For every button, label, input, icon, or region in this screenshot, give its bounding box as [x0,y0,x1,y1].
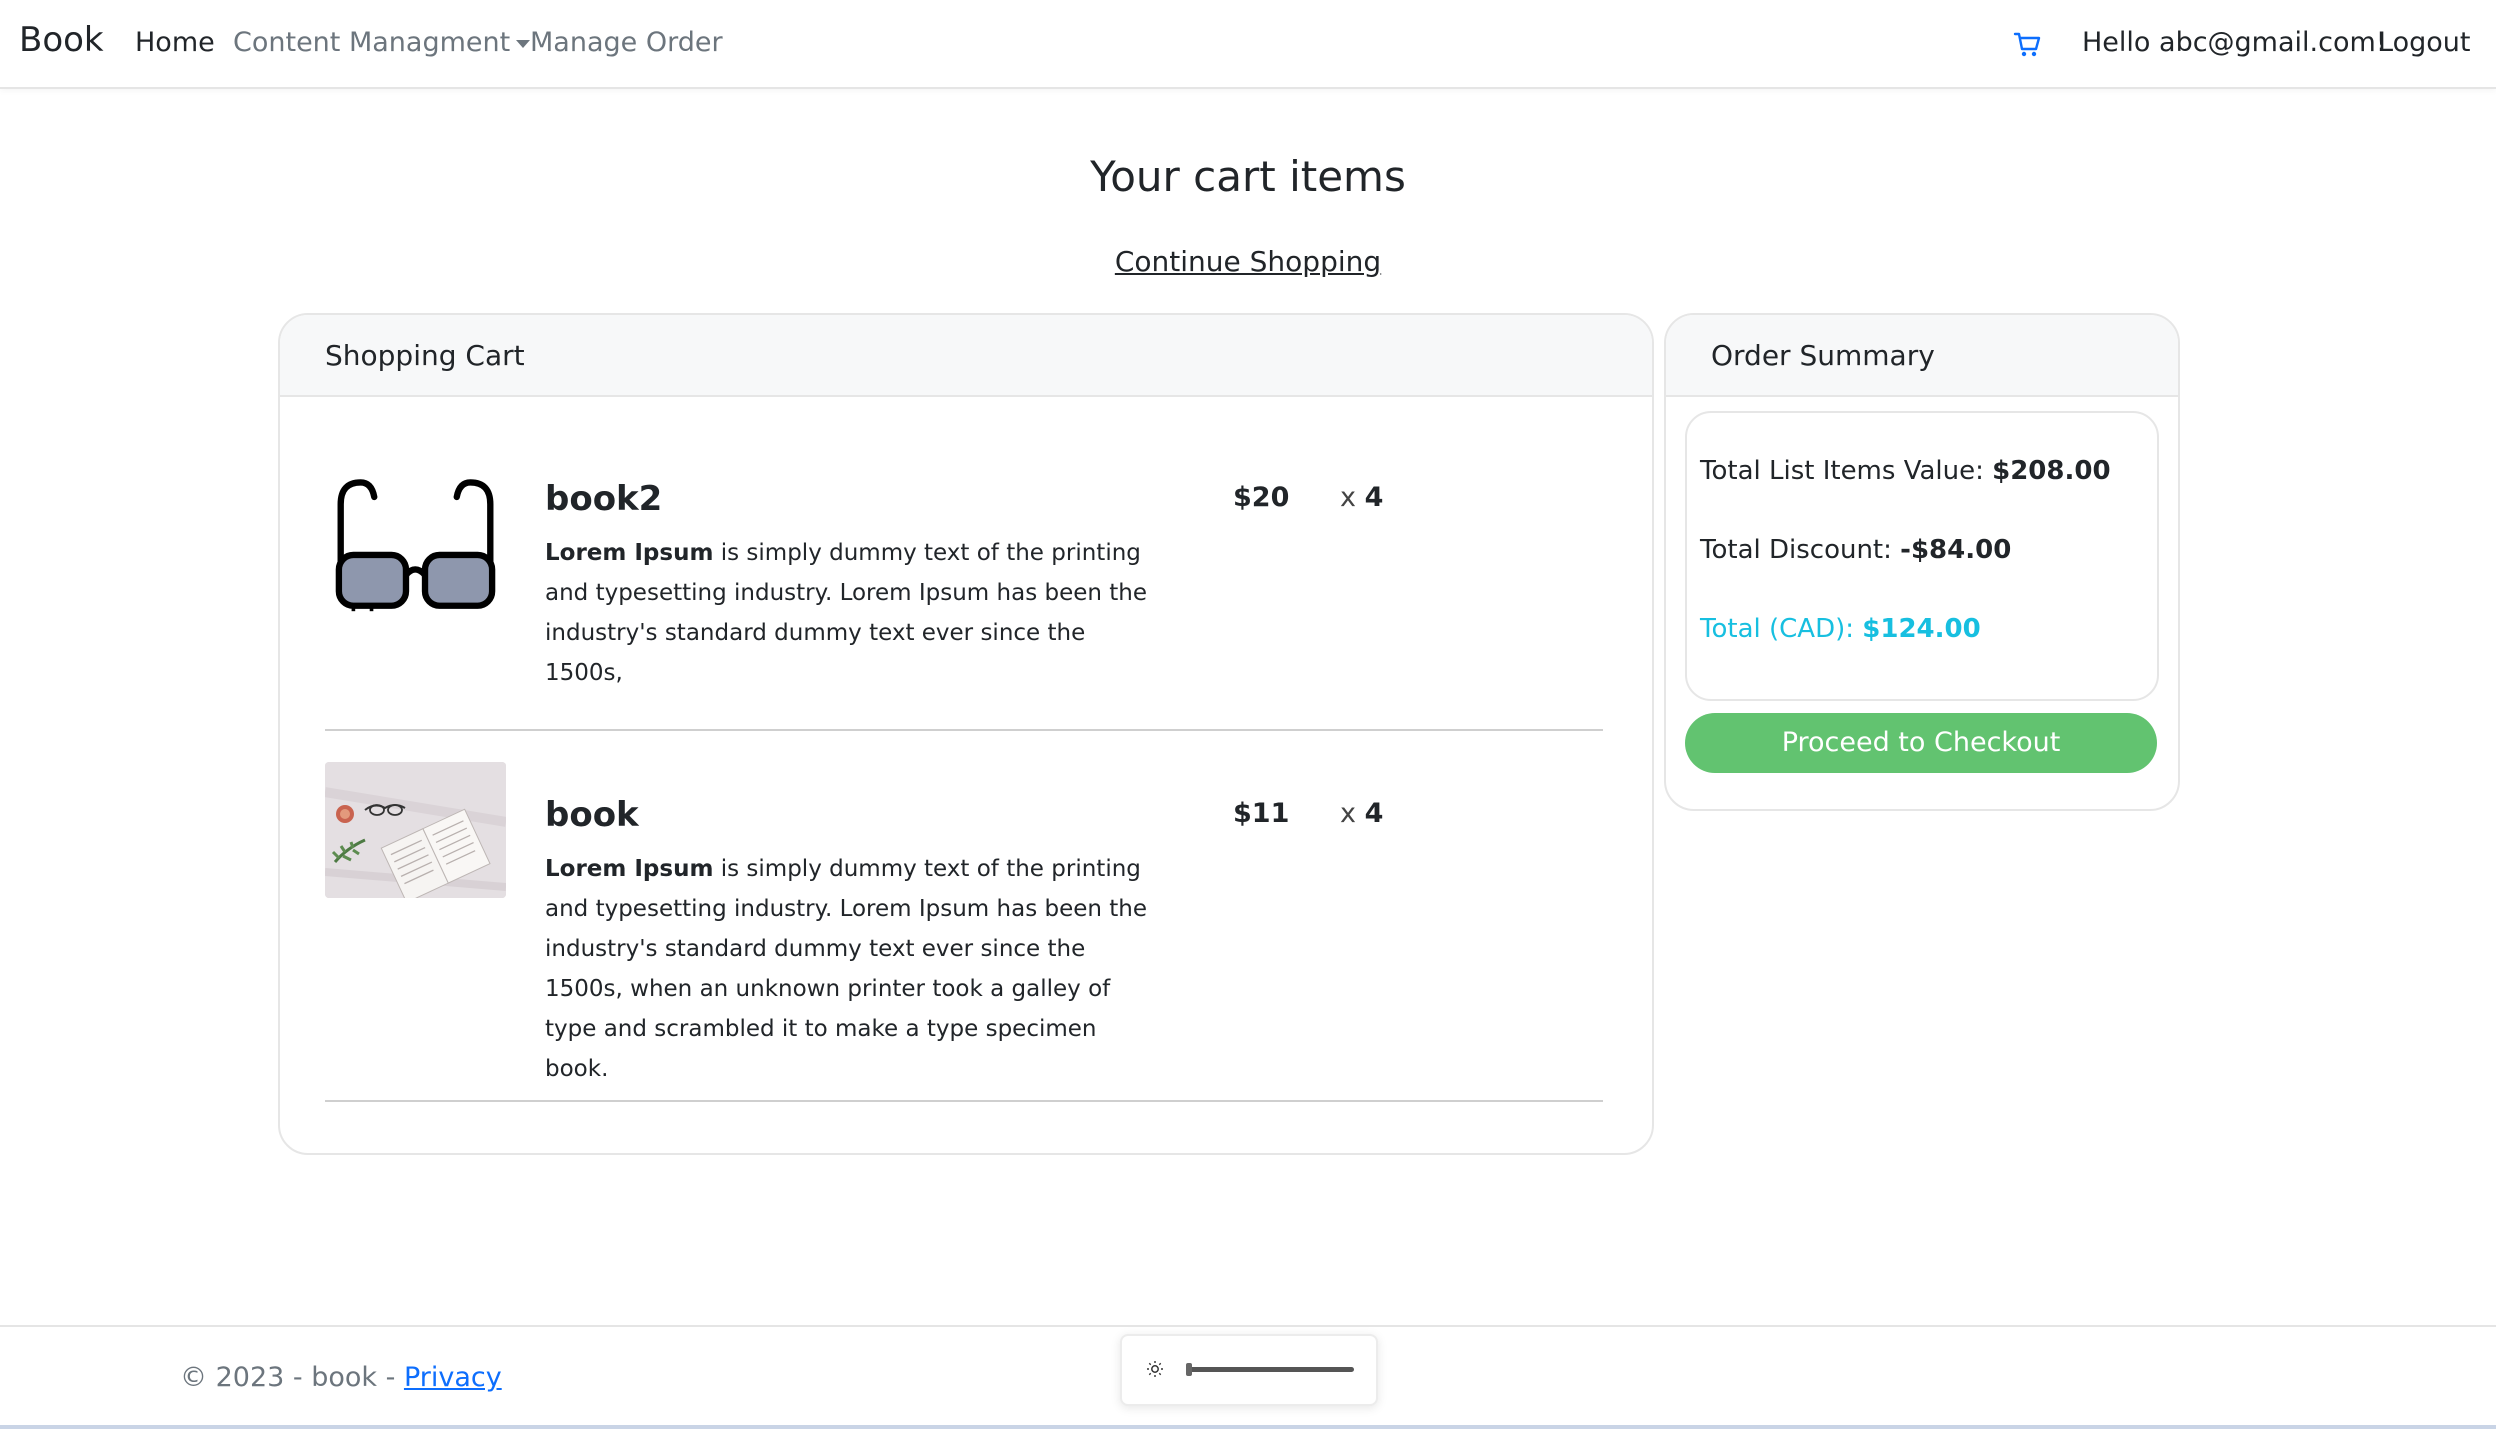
total-list-value: Total List Items Value: $208.00 [1700,456,2111,486]
summary-totals-box: Total List Items Value: $208.00 Total Di… [1685,411,2159,701]
grand-total-amount: $124.00 [1862,614,1981,644]
glasses-icon [335,479,496,612]
shopping-cart-title: Shopping Cart [325,339,525,372]
nav-manage-order[interactable]: Manage Order [530,27,723,58]
caret-down-icon [516,39,531,48]
user-greeting: Hello abc@gmail.com! [2082,27,2387,58]
navbar: Book Home Content Managment Manage Order… [0,0,2496,89]
brand-link[interactable]: Book [19,20,104,60]
item-price: $20 [1233,482,1290,513]
footer-bottom-bar [0,1425,2496,1429]
logout-link[interactable]: Logout [2378,27,2470,58]
item-quantity: x 4 [1340,798,1383,829]
cart-item: book Lorem Ipsum is simply dummy text of… [325,762,1603,1102]
continue-shopping-text[interactable]: Continue Shopping [1115,245,1381,278]
privacy-link[interactable]: Privacy [404,1362,502,1393]
item-name: book2 [545,479,663,519]
proceed-to-checkout-button[interactable]: Proceed to Checkout [1685,713,2157,773]
continue-shopping-link: Continue Shopping [0,245,2496,278]
total-discount-amount: -$84.00 [1900,535,2012,565]
item-desc-bold: Lorem Ipsum [545,540,714,566]
item-divider [325,1100,1603,1102]
sun-icon [1147,1361,1163,1377]
item-price: $11 [1233,798,1290,829]
order-summary-card: Order Summary Total List Items Value: $2… [1664,313,2180,811]
grand-total: Total (CAD): $124.00 [1700,614,1981,644]
brightness-popup [1120,1334,1378,1406]
total-list-label: Total List Items Value: [1700,456,1993,486]
book-photo [325,762,506,898]
grand-total-label: Total (CAD): [1700,614,1863,644]
qty-multiplier: x [1340,482,1356,513]
order-summary-title: Order Summary [1711,339,1935,372]
qty-value: 4 [1364,482,1384,513]
shopping-cart-card: Shopping Cart book2 Lorem Ipsum is simpl… [278,313,1654,1155]
brightness-slider-thumb[interactable] [1186,1363,1192,1376]
copyright-text: © 2023 - book - [180,1362,404,1393]
item-divider [325,729,1603,731]
item-description: Lorem Ipsum is simply dummy text of the … [545,849,1165,1089]
shopping-cart-header: Shopping Cart [280,315,1652,397]
order-summary-header: Order Summary [1666,315,2178,397]
page-title: Your cart items [1090,152,1406,201]
qty-value: 4 [1364,798,1384,829]
total-discount-label: Total Discount: [1700,535,1901,565]
qty-multiplier: x [1340,798,1356,829]
item-name: book [545,795,639,835]
nav-content-management-dropdown[interactable]: Content Managment [233,27,531,58]
total-discount: Total Discount: -$84.00 [1700,535,2011,565]
item-desc-bold: Lorem Ipsum [545,856,714,882]
cart-icon[interactable] [2013,29,2041,59]
brightness-slider-track[interactable] [1188,1367,1354,1372]
footer-copyright: © 2023 - book - Privacy [180,1362,502,1393]
item-description: Lorem Ipsum is simply dummy text of the … [545,533,1165,693]
item-desc-text: is simply dummy text of the printing and… [545,856,1148,1082]
total-list-amount: $208.00 [1992,456,2111,486]
nav-content-label: Content Managment [233,27,511,58]
nav-home[interactable]: Home [135,27,215,58]
cart-item: book2 Lorem Ipsum is simply dummy text o… [325,479,1603,745]
item-quantity: x 4 [1340,482,1383,513]
